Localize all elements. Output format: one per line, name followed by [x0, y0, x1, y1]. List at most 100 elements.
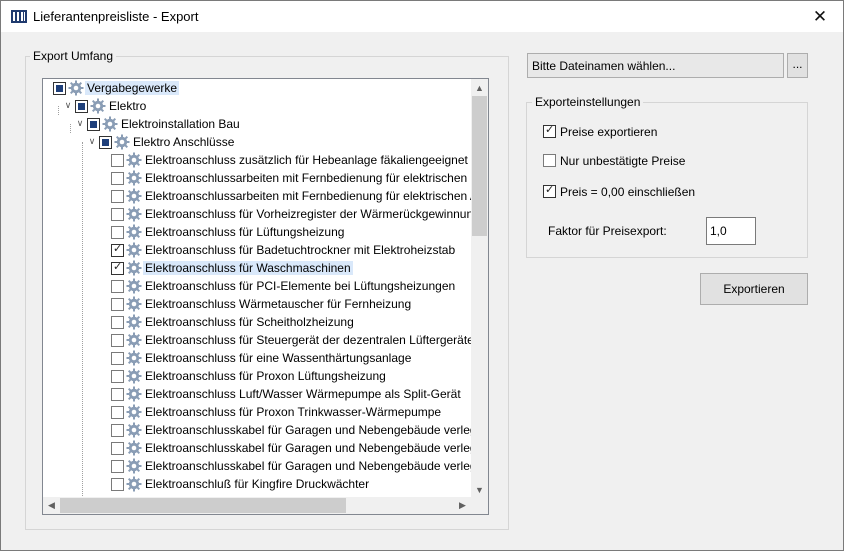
tree-checkbox[interactable]	[53, 82, 66, 95]
gear-icon	[126, 422, 142, 438]
gear-icon	[126, 296, 142, 312]
tree-checkbox[interactable]	[111, 226, 124, 239]
tree-node-label: Elektroanschluß für Kingfire Druckwächte…	[145, 477, 370, 491]
tree-guide-line	[58, 106, 59, 115]
tree-checkbox[interactable]	[111, 406, 124, 419]
tree-node-label: Elektroanschlusskabel für Garagen und Ne…	[145, 423, 488, 437]
gear-icon	[126, 206, 142, 222]
horizontal-scroll-thumb[interactable]	[60, 498, 346, 513]
gear-icon	[90, 98, 106, 114]
tree-checkbox[interactable]	[111, 298, 124, 311]
gear-icon	[126, 278, 142, 294]
window-title: Lieferantenpreisliste - Export	[33, 9, 199, 24]
tree-checkbox[interactable]	[111, 370, 124, 383]
tree-node-label: Elektroanschlussarbeiten mit Fernbedienu…	[145, 189, 485, 203]
gear-icon	[126, 386, 142, 402]
export-prices-label: Preise exportieren	[560, 125, 658, 139]
tree-node-label: Elektroanschluss zusätzlich für Hebeanla…	[145, 153, 468, 167]
tree-checkbox[interactable]	[75, 100, 88, 113]
gear-icon	[126, 440, 142, 456]
tree-node-label: Elektroanschluss für Vorheizregister der…	[145, 207, 486, 221]
scrollbar-corner	[471, 497, 488, 514]
tree-checkbox[interactable]	[111, 208, 124, 221]
expand-chevron-icon[interactable]: ∨	[87, 136, 97, 146]
close-icon[interactable]: ✕	[797, 1, 843, 32]
tree-checkbox[interactable]	[111, 242, 124, 257]
gear-icon	[126, 188, 142, 204]
tree-checkbox[interactable]	[111, 460, 124, 473]
tree-checkbox[interactable]	[111, 190, 124, 203]
tree-node-label: Elektroanschluss für Steuergerät der dez…	[145, 333, 474, 347]
tree-node-label: Elektroanschluss für Proxon Lüftungsheiz…	[145, 369, 386, 383]
tree-node-label: Elektro Anschlüsse	[133, 135, 235, 149]
scroll-left-icon[interactable]: ◀	[43, 497, 60, 514]
tree-node-label: Elektroanschlusskabel für Garagen und Ne…	[145, 459, 488, 473]
tree-horizontal-scrollbar[interactable]: ◀ ▶	[43, 497, 471, 514]
factor-label: Faktor für Preisexport:	[548, 224, 667, 238]
gear-icon	[126, 260, 142, 276]
browse-button[interactable]: ...	[787, 53, 808, 78]
tree-node-label: Elektroanschluss für Lüftungsheizung	[145, 225, 345, 239]
tree-node-label: Elektroanschluss für Waschmaschinen	[143, 261, 353, 275]
tree-checkbox[interactable]	[111, 352, 124, 365]
tree-guide-line	[70, 124, 71, 133]
expand-chevron-icon[interactable]: ∨	[63, 100, 73, 110]
tree-node-label: Elektro	[109, 99, 147, 113]
tree-vertical-scrollbar[interactable]: ▲ ▼	[471, 79, 488, 498]
scroll-down-icon[interactable]: ▼	[471, 481, 488, 498]
gear-icon	[126, 332, 142, 348]
expand-chevron-icon[interactable]: ∨	[75, 118, 85, 128]
gear-icon	[126, 404, 142, 420]
tree-node-label: Elektroanschlussarbeiten mit Fernbedienu…	[145, 171, 486, 185]
scroll-up-icon[interactable]: ▲	[471, 79, 488, 96]
tree-node-label: Elektroanschluss für PCI-Elemente bei Lü…	[145, 279, 456, 293]
gear-icon	[126, 368, 142, 384]
tree-checkbox[interactable]	[111, 334, 124, 347]
tree-node-label: Elektroanschluss für eine Wassenthärtung…	[145, 351, 412, 365]
tree-node-label: Elektroanschluss für Scheitholzheizung	[145, 315, 354, 329]
tree-checkbox[interactable]	[111, 316, 124, 329]
export-dialog: Lieferantenpreisliste - Export ✕ Export …	[0, 0, 844, 551]
include-zero-checkbox[interactable]	[543, 183, 556, 198]
tree-checkbox[interactable]	[111, 388, 124, 401]
tree-checkbox[interactable]	[111, 154, 124, 167]
tree-node-label: Elektroanschlusskabel für Garagen und Ne…	[145, 441, 488, 455]
gear-icon	[126, 170, 142, 186]
title-bar: Lieferantenpreisliste - Export ✕	[1, 1, 843, 32]
tree-checkbox[interactable]	[111, 424, 124, 437]
tree-checkbox[interactable]	[99, 136, 112, 149]
gear-icon	[126, 242, 142, 258]
gear-icon	[102, 116, 118, 132]
tree-node-label: Elektroanschluss für Badetuchtrockner mi…	[145, 243, 456, 257]
tree-checkbox[interactable]	[87, 118, 100, 131]
gear-icon	[126, 350, 142, 366]
export-scope-label: Export Umfang	[30, 49, 117, 63]
gear-icon	[68, 80, 84, 96]
gear-icon	[126, 476, 142, 492]
gear-icon	[114, 134, 130, 150]
unconfirmed-only-label: Nur unbestätigte Preise	[560, 154, 686, 168]
tree-checkbox[interactable]	[111, 478, 124, 491]
tree-guide-line	[82, 142, 83, 502]
unconfirmed-only-checkbox[interactable]	[543, 154, 556, 167]
filename-field[interactable]: Bitte Dateinamen wählen...	[527, 53, 784, 78]
tree-checkbox[interactable]	[111, 442, 124, 455]
tree-checkbox[interactable]	[111, 280, 124, 293]
include-zero-label: Preis = 0,00 einschließen	[560, 185, 696, 199]
export-prices-checkbox[interactable]	[543, 123, 556, 138]
tree-node-label: Elektroanschluss Luft/Wasser Wärmepumpe …	[145, 387, 461, 401]
tree-node-label: Elektroanschluss für Proxon Trinkwasser-…	[145, 405, 442, 419]
gear-icon	[126, 458, 142, 474]
vertical-scroll-thumb[interactable]	[472, 96, 487, 236]
export-button[interactable]: Exportieren	[700, 273, 808, 305]
gear-icon	[126, 314, 142, 330]
tree-node-label: Elektroinstallation Bau	[121, 117, 240, 131]
gear-icon	[126, 152, 142, 168]
tree-checkbox[interactable]	[111, 172, 124, 185]
tree-node-label: Vergabegewerke	[85, 81, 180, 95]
category-tree[interactable]: Vergabegewerke ∨ Elektro ∨ Elektroinstallati…	[42, 78, 489, 515]
factor-input[interactable]: 1,0	[706, 217, 756, 245]
scroll-right-icon[interactable]: ▶	[454, 497, 471, 514]
tree-checkbox[interactable]	[111, 260, 124, 275]
gear-icon	[126, 224, 142, 240]
